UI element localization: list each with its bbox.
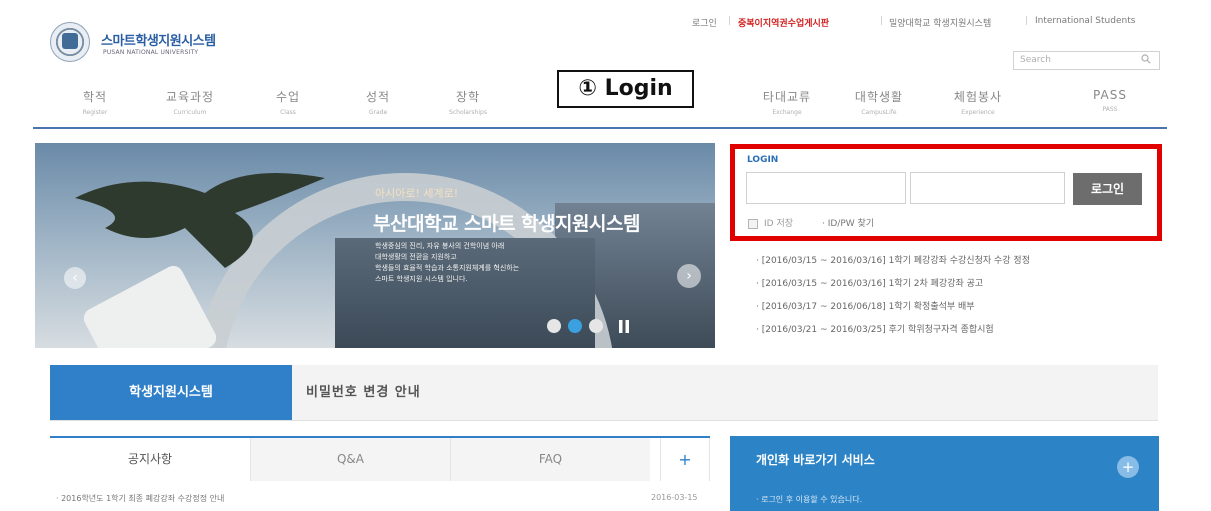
site-title[interactable]: 스마트학생지원시스템 [101,30,216,49]
nav-label: 장학 [455,90,481,104]
notice-more-button[interactable]: + [660,438,710,481]
personal-shortcut-item: · 로그인 후 이용할 수 있습니다. [756,495,863,504]
banner-next-arrow-icon[interactable]: › [677,264,701,288]
banner-prev-arrow-icon[interactable]: ‹ [64,267,86,289]
nav-sublabel: Grade [368,109,388,116]
personal-shortcut-title: 개인화 바로가기 서비스 [756,453,875,467]
nav-divider [33,127,1167,129]
util-international-link[interactable]: International Students [1035,16,1135,26]
login-button[interactable]: 로그인 [1073,173,1142,205]
util-login-link[interactable]: 로그인 [692,16,717,29]
nav-experience[interactable]: 체험봉사 Experience [928,88,1028,116]
banner-description: 학생들의 효율적 학습과 소통지원체계를 혁신하는 [375,264,520,272]
personal-shortcut-add-button[interactable]: + [1117,456,1139,478]
nav-sublabel: Exchange [772,109,802,116]
user-id-input[interactable] [746,172,906,204]
util-separator: | [1025,16,1029,26]
tab-qna[interactable]: Q&A [250,438,450,481]
nav-curriculum[interactable]: 교육과정 Curriculum [140,88,240,116]
notice-row-title[interactable]: · 2016학년도 1학기 최종 폐강강좌 수강정정 안내 [56,493,224,504]
nav-scholarships[interactable]: 장학 Scholarships [418,88,518,116]
login-step-callout: ① Login [557,70,694,108]
news-item[interactable]: · [2016/03/15 ~ 2016/03/16] 1학기 2차 폐강강좌 … [756,276,983,289]
util-separator: | [880,16,884,26]
nav-sublabel: Register [82,109,108,116]
tab-notice[interactable]: 공지사항 [50,438,250,481]
search-placeholder: Search [1020,55,1051,65]
nav-sublabel: CampusLife [861,109,897,116]
notice-row-date: 2016-03-15 [651,493,698,502]
site-subtitle: PUSAN NATIONAL UNIVERSITY [103,49,199,56]
nav-register[interactable]: 학적 Register [45,88,145,116]
password-input[interactable] [910,172,1065,204]
news-item[interactable]: · [2016/03/15 ~ 2016/03/16] 1학기 폐강강좌 수강신… [756,253,1030,266]
util-notice-board-link[interactable]: 중복이지역권수업게시판 [738,16,829,29]
hero-banner[interactable]: 아시아로! 세계로! 부산대학교 스마트 학생지원시스템 학생중심의 진리, 자… [35,143,715,348]
nav-sublabel: Scholarships [449,109,487,116]
nav-class[interactable]: 수업 Class [238,88,338,116]
news-item[interactable]: · [2016/03/17 ~ 2016/06/18] 1학기 확정출석부 배부 [756,299,975,312]
banner-eagle-image [75,173,325,268]
emblem-center-icon [62,33,78,49]
tab-faq[interactable]: FAQ [450,438,650,481]
save-id-checkbox[interactable] [748,219,758,229]
util-separator: | [728,16,732,26]
find-id-pw-link[interactable]: · ID/PW 찾기 [822,216,874,229]
nav-label: 교육과정 [165,90,215,104]
util-milyang-link[interactable]: 밀양대학교 학생지원시스템 [889,16,991,29]
nav-label: PASS [1093,88,1127,102]
nav-sublabel: Curriculum [173,109,207,116]
nav-sublabel: Experience [961,109,995,116]
banner-pager-dot-active[interactable] [568,319,582,333]
nav-label: 학적 [82,90,108,104]
nav-grade[interactable]: 성적 Grade [328,88,428,116]
banner-pager-dot[interactable] [547,319,561,333]
banner-description: 스마트 학생지원 시스템 입니다. [375,275,468,283]
nav-sublabel: Class [280,109,296,116]
nav-sublabel: PASS [1102,106,1118,113]
nav-label: 타대교류 [762,90,812,104]
nav-label: 수업 [275,90,301,104]
login-heading: LOGIN [747,155,779,165]
nav-campus-life[interactable]: 대학생활 CampusLife [829,88,929,116]
nav-label: 대학생활 [854,90,904,104]
tab-password-change-guide[interactable]: 비밀번호 변경 안내 [306,365,421,420]
banner-title: 부산대학교 스마트 학생지원시스템 [373,213,640,235]
nav-pass[interactable]: PASS PASS [1060,88,1160,113]
pause-icon[interactable] [618,320,630,333]
banner-description: 대학생활의 전환을 지원하고 [375,253,457,261]
banner-pager-dot[interactable] [589,319,603,333]
nav-exchange[interactable]: 타대교류 Exchange [737,88,837,116]
banner-description: 학생중심의 진리, 자유 봉사의 건학이념 아래 [375,242,505,250]
nav-label: 체험봉사 [953,90,1003,104]
news-item[interactable]: · [2016/03/21 ~ 2016/03/25] 후기 학위청구자격 종합… [756,322,994,335]
search-icon[interactable] [1141,54,1151,64]
banner-subtitle: 아시아로! 세계로! [375,187,459,200]
nav-label: 성적 [365,90,391,104]
tab-student-support-system[interactable]: 학생지원시스템 [50,365,292,420]
save-id-label: ID 저장 [764,219,794,229]
